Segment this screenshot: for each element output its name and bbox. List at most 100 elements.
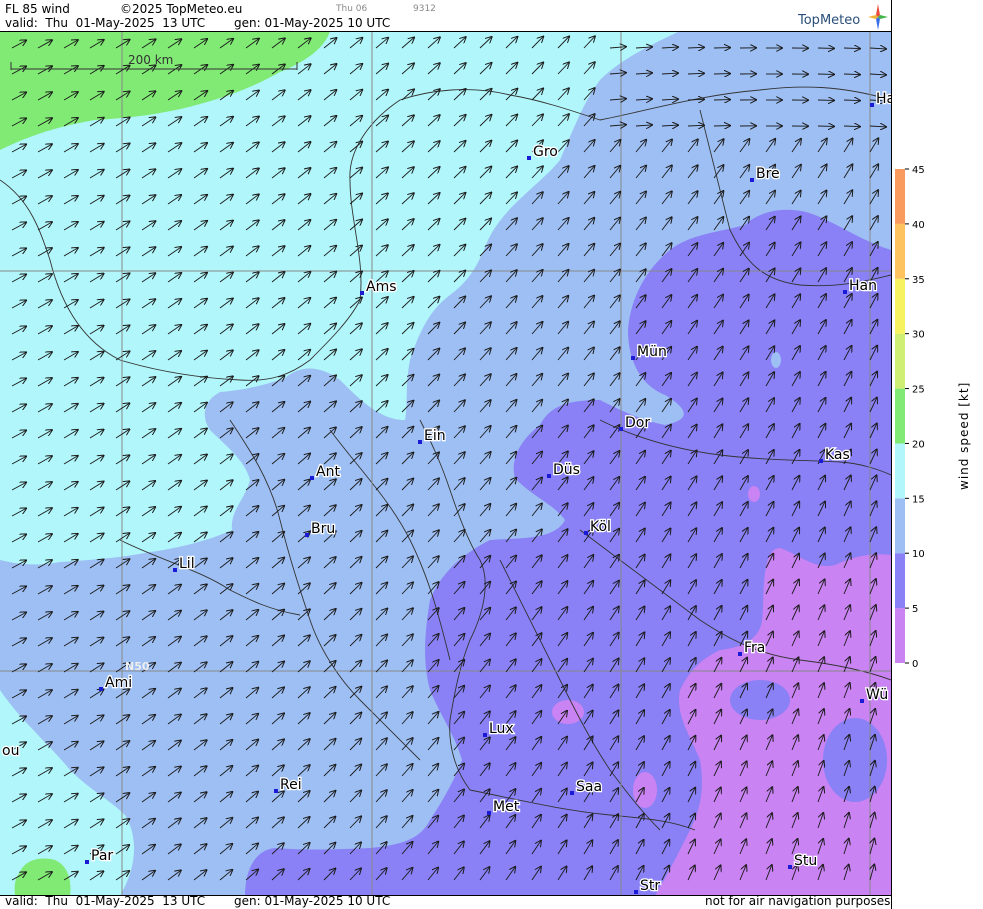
city-marker — [634, 890, 638, 894]
city-label: Kas — [825, 447, 850, 463]
legend-band — [895, 278, 905, 334]
city-marker — [619, 427, 623, 431]
wind-speed-legend: 0 5 10 15 20 25 30 35 40 45 — [891, 0, 925, 700]
legend-tick-label: 0 — [912, 659, 918, 670]
legend-band — [895, 333, 905, 389]
city-marker — [584, 531, 588, 535]
legend-tick-label: 10 — [912, 549, 925, 560]
wind-zone-violet-island-3 — [748, 486, 760, 502]
wind-arrow — [843, 100, 860, 101]
city-label: Saa — [576, 779, 602, 795]
city-label: Str — [640, 878, 660, 894]
wind-zone-violet-island — [552, 700, 584, 724]
valid-time: valid: Thu 01-May-2025 13 UTC — [5, 16, 206, 30]
run-code: 9312 — [413, 4, 436, 14]
run-label: Thu 06 — [336, 4, 368, 14]
city-label: Wü — [866, 687, 888, 703]
city-label: Bru — [311, 521, 335, 537]
wind-zone-violet-island-2 — [633, 772, 657, 808]
city-marker — [527, 156, 531, 160]
city-marker — [173, 568, 177, 572]
map-border — [891, 0, 892, 909]
copyright-text: ©2025 TopMeteo.eu — [120, 2, 243, 16]
brand-name: TopMeteo — [798, 13, 861, 28]
map-top-border — [0, 31, 891, 32]
city-label: Gro — [533, 144, 558, 160]
legend-band — [895, 223, 905, 279]
city-marker — [860, 699, 864, 703]
legend-band — [895, 498, 905, 554]
city-marker — [487, 811, 491, 815]
legend-tick-label: 5 — [912, 604, 918, 615]
city-marker — [570, 791, 574, 795]
wind-arrow — [843, 74, 860, 75]
footer-valid-time: valid: Thu 01-May-2025 13 UTC — [5, 894, 206, 908]
city-label: Ami — [105, 675, 132, 691]
city-marker — [870, 103, 874, 107]
wind-zone-purple-island — [730, 680, 790, 720]
city-marker — [547, 474, 551, 478]
city-label: Fra — [744, 640, 765, 656]
city-label: Bre — [756, 166, 780, 182]
city-ams[interactable]: AmsAms — [360, 278, 398, 296]
legend-tick-label: 40 — [912, 220, 925, 231]
scale-bar-label: 200 km — [128, 53, 173, 67]
legend-tick-label: 25 — [912, 385, 925, 396]
product-title: FL 85 wind — [5, 2, 70, 16]
legend-band — [895, 388, 905, 444]
city-label: Rei — [280, 777, 302, 793]
wind-zone-purple-island-east — [823, 718, 887, 802]
city-label: Lil — [179, 556, 195, 572]
city-mün[interactable]: MünMün — [631, 343, 668, 361]
city-marker — [274, 789, 278, 793]
legend-tick-label: 35 — [912, 275, 925, 286]
city-marker — [788, 865, 792, 869]
city-label: Ha — [876, 91, 891, 107]
city-marker — [99, 687, 103, 691]
city-label: Ant — [316, 464, 340, 480]
city-label: Ams — [366, 279, 397, 295]
legend-band — [895, 608, 905, 663]
city-label: Dor — [625, 415, 650, 431]
footer-generated-time: gen: 01-May-2025 10 UTC — [234, 894, 391, 908]
city-label: Mün — [637, 344, 667, 360]
city-label: Ein — [424, 428, 446, 444]
city-label: ou — [2, 743, 19, 759]
city-marker — [750, 178, 754, 182]
wind-zone-light-blue-island — [771, 352, 781, 368]
wind-arrow — [843, 126, 860, 127]
city-han[interactable]: HanHan — [843, 277, 878, 295]
legend-band — [895, 443, 905, 499]
city-marker — [85, 860, 89, 864]
legend-title: wind speed [kt] — [957, 381, 971, 490]
city-marker — [483, 733, 487, 737]
legend-band — [895, 553, 905, 609]
legend-band — [895, 169, 905, 224]
disclaimer-text: not for air navigation purposes — [705, 894, 891, 908]
legend-tick-label: 45 — [912, 165, 925, 176]
city-label: Düs — [553, 462, 580, 478]
city-label: Köl — [590, 519, 611, 535]
city-label: Par — [91, 848, 113, 864]
map-viewer: { "header": { "product": "FL 85 wind", "… — [0, 0, 983, 909]
latitude-label: N50 — [125, 660, 150, 673]
city-marker — [310, 476, 314, 480]
city-label: Stu — [794, 853, 817, 869]
wind-arrow — [843, 48, 860, 49]
city-marker — [305, 533, 309, 537]
generated-time: gen: 01-May-2025 10 UTC — [234, 16, 391, 30]
wind-map[interactable]: 200 km N50 HaHaBreBreGroGroHanHanAmsAmsM… — [0, 31, 891, 896]
city-marker — [418, 440, 422, 444]
map-bottom-border — [0, 895, 891, 896]
brand-logo: TopMeteo — [792, 2, 890, 31]
legend-tick-label: 15 — [912, 494, 925, 505]
city-marker — [631, 356, 635, 360]
city-ou[interactable]: ouou — [0, 742, 21, 761]
legend-tick-label: 30 — [912, 330, 925, 341]
city-marker — [738, 652, 742, 656]
city-label: Lux — [489, 721, 514, 737]
city-label: Met — [493, 799, 520, 815]
compass-star-icon — [868, 4, 888, 30]
city-marker — [819, 459, 823, 463]
city-marker — [360, 291, 364, 295]
